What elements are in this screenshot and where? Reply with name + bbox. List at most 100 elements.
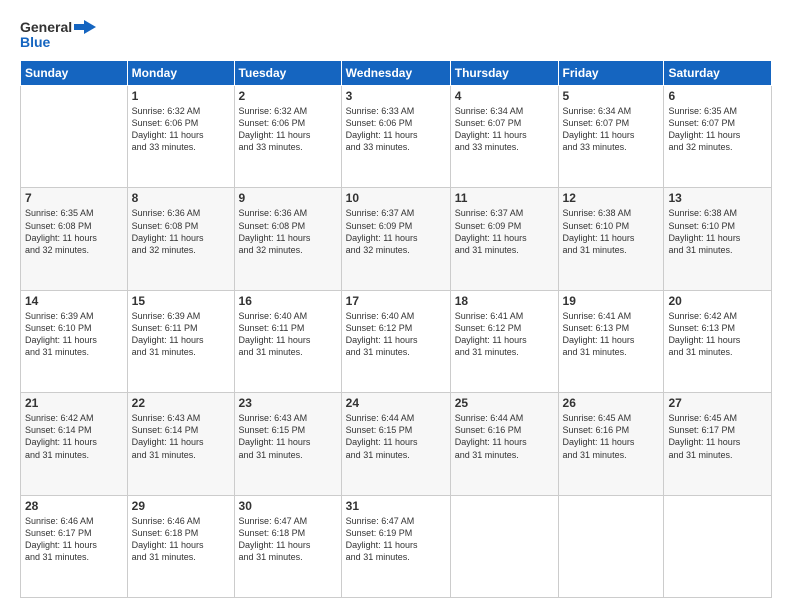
cell-info-text: Sunrise: 6:38 AMSunset: 6:10 PMDaylight:… — [563, 207, 660, 256]
cell-info-text: Sunrise: 6:39 AMSunset: 6:11 PMDaylight:… — [132, 310, 230, 359]
cell-day-number: 7 — [25, 191, 123, 205]
weekday-header-tuesday: Tuesday — [234, 61, 341, 86]
cell-day-number: 19 — [563, 294, 660, 308]
calendar-cell: 14Sunrise: 6:39 AMSunset: 6:10 PMDayligh… — [21, 290, 128, 392]
calendar-cell — [664, 495, 772, 597]
cell-info-text: Sunrise: 6:46 AMSunset: 6:17 PMDaylight:… — [25, 515, 123, 564]
calendar-cell: 25 Sunrise: 6:44 AMSunset: 6:16 PMDayligh… — [450, 393, 558, 495]
logo-arrow-icon — [74, 18, 96, 36]
cell-day-number: 29 — [132, 499, 230, 513]
cell-info-text: Sunrise: 6:47 AMSunset: 6:19 PMDaylight:… — [346, 515, 446, 564]
cell-day-number: 17 — [346, 294, 446, 308]
weekday-header-thursday: Thursday — [450, 61, 558, 86]
calendar-cell: 17 Sunrise: 6:40 AMSunset: 6:12 PMDayligh… — [341, 290, 450, 392]
cell-day-number: 4 — [455, 89, 554, 103]
calendar-cell: 30 Sunrise: 6:47 AMSunset: 6:18 PMDayligh… — [234, 495, 341, 597]
calendar-cell: 4Sunrise: 6:34 AMSunset: 6:07 PMDaylight… — [450, 86, 558, 188]
calendar-cell: 24 Sunrise: 6:44 AMSunset: 6:15 PMDayligh… — [341, 393, 450, 495]
logo-general: General — [20, 19, 72, 35]
cell-info-text: Sunrise: 6:34 AMSunset: 6:07 PMDaylight:… — [563, 105, 660, 154]
cell-day-number: 6 — [668, 89, 767, 103]
calendar-cell: 15 Sunrise: 6:39 AMSunset: 6:11 PMDayligh… — [127, 290, 234, 392]
cell-info-text: Sunrise: 6:32 AMSunset: 6:06 PMDaylight:… — [239, 105, 337, 154]
cell-day-number: 18 — [455, 294, 554, 308]
cell-info-text: Sunrise: 6:45 AMSunset: 6:16 PMDaylight:… — [563, 412, 660, 461]
cell-day-number: 3 — [346, 89, 446, 103]
cell-info-text: Sunrise: 6:33 AMSunset: 6:06 PMDaylight:… — [346, 105, 446, 154]
cell-day-number: 31 — [346, 499, 446, 513]
cell-day-number: 28 — [25, 499, 123, 513]
calendar-cell: 7 Sunrise: 6:35 AMSunset: 6:08 PMDaylight… — [21, 188, 128, 290]
cell-day-number: 25 — [455, 396, 554, 410]
cell-day-number: 12 — [563, 191, 660, 205]
calendar-week-1: 1 Sunrise: 6:32 AMSunset: 6:06 PMDaylight… — [21, 86, 772, 188]
weekday-header-monday: Monday — [127, 61, 234, 86]
cell-info-text: Sunrise: 6:35 AMSunset: 6:07 PMDaylight:… — [668, 105, 767, 154]
calendar-cell: 27 Sunrise: 6:45 AMSunset: 6:17 PMDayligh… — [664, 393, 772, 495]
cell-day-number: 21 — [25, 396, 123, 410]
cell-info-text: Sunrise: 6:43 AMSunset: 6:15 PMDaylight:… — [239, 412, 337, 461]
calendar-cell — [558, 495, 664, 597]
cell-day-number: 11 — [455, 191, 554, 205]
weekday-header-sunday: Sunday — [21, 61, 128, 86]
calendar-cell: 26Sunrise: 6:45 AMSunset: 6:16 PMDayligh… — [558, 393, 664, 495]
calendar-cell: 3 Sunrise: 6:33 AMSunset: 6:06 PMDaylight… — [341, 86, 450, 188]
calendar-cell: 18 Sunrise: 6:41 AMSunset: 6:12 PMDayligh… — [450, 290, 558, 392]
cell-day-number: 24 — [346, 396, 446, 410]
calendar-week-5: 28 Sunrise: 6:46 AMSunset: 6:17 PMDayligh… — [21, 495, 772, 597]
weekday-header-row: SundayMondayTuesdayWednesdayThursdayFrid… — [21, 61, 772, 86]
logo: General Blue — [20, 18, 96, 50]
cell-day-number: 13 — [668, 191, 767, 205]
cell-info-text: Sunrise: 6:38 AMSunset: 6:10 PMDaylight:… — [668, 207, 767, 256]
calendar-cell — [21, 86, 128, 188]
weekday-header-friday: Friday — [558, 61, 664, 86]
weekday-header-wednesday: Wednesday — [341, 61, 450, 86]
calendar-cell: 6 Sunrise: 6:35 AMSunset: 6:07 PMDaylight… — [664, 86, 772, 188]
cell-info-text: Sunrise: 6:41 AMSunset: 6:12 PMDaylight:… — [455, 310, 554, 359]
cell-info-text: Sunrise: 6:37 AMSunset: 6:09 PMDaylight:… — [455, 207, 554, 256]
calendar-cell: 12 Sunrise: 6:38 AMSunset: 6:10 PMDayligh… — [558, 188, 664, 290]
cell-day-number: 1 — [132, 89, 230, 103]
calendar-cell: 11 Sunrise: 6:37 AMSunset: 6:09 PMDayligh… — [450, 188, 558, 290]
calendar-cell: 21 Sunrise: 6:42 AMSunset: 6:14 PMDayligh… — [21, 393, 128, 495]
calendar-cell: 23 Sunrise: 6:43 AMSunset: 6:15 PMDayligh… — [234, 393, 341, 495]
cell-info-text: Sunrise: 6:47 AMSunset: 6:18 PMDaylight:… — [239, 515, 337, 564]
cell-info-text: Sunrise: 6:32 AMSunset: 6:06 PMDaylight:… — [132, 105, 230, 154]
cell-info-text: Sunrise: 6:44 AMSunset: 6:16 PMDaylight:… — [455, 412, 554, 461]
cell-info-text: Sunrise: 6:41 AMSunset: 6:13 PMDaylight:… — [563, 310, 660, 359]
calendar-week-2: 7 Sunrise: 6:35 AMSunset: 6:08 PMDaylight… — [21, 188, 772, 290]
calendar-cell: 1 Sunrise: 6:32 AMSunset: 6:06 PMDaylight… — [127, 86, 234, 188]
calendar-week-4: 21 Sunrise: 6:42 AMSunset: 6:14 PMDayligh… — [21, 393, 772, 495]
calendar-cell: 22 Sunrise: 6:43 AMSunset: 6:14 PMDayligh… — [127, 393, 234, 495]
cell-day-number: 22 — [132, 396, 230, 410]
cell-day-number: 14 — [25, 294, 123, 308]
cell-day-number: 23 — [239, 396, 337, 410]
cell-day-number: 15 — [132, 294, 230, 308]
cell-info-text: Sunrise: 6:42 AMSunset: 6:14 PMDaylight:… — [25, 412, 123, 461]
cell-day-number: 27 — [668, 396, 767, 410]
calendar-cell: 29Sunrise: 6:46 AMSunset: 6:18 PMDayligh… — [127, 495, 234, 597]
calendar-table: SundayMondayTuesdayWednesdayThursdayFrid… — [20, 60, 772, 598]
cell-info-text: Sunrise: 6:45 AMSunset: 6:17 PMDaylight:… — [668, 412, 767, 461]
cell-day-number: 9 — [239, 191, 337, 205]
cell-info-text: Sunrise: 6:40 AMSunset: 6:12 PMDaylight:… — [346, 310, 446, 359]
calendar-cell: 9Sunrise: 6:36 AMSunset: 6:08 PMDaylight… — [234, 188, 341, 290]
calendar-cell: 28 Sunrise: 6:46 AMSunset: 6:17 PMDayligh… — [21, 495, 128, 597]
cell-day-number: 2 — [239, 89, 337, 103]
cell-info-text: Sunrise: 6:37 AMSunset: 6:09 PMDaylight:… — [346, 207, 446, 256]
cell-info-text: Sunrise: 6:44 AMSunset: 6:15 PMDaylight:… — [346, 412, 446, 461]
calendar-cell: 2 Sunrise: 6:32 AMSunset: 6:06 PMDaylight… — [234, 86, 341, 188]
cell-day-number: 20 — [668, 294, 767, 308]
calendar-cell: 19 Sunrise: 6:41 AMSunset: 6:13 PMDayligh… — [558, 290, 664, 392]
page: General Blue SundayMondayTuesdayWednesda… — [0, 0, 792, 612]
cell-info-text: Sunrise: 6:40 AMSunset: 6:11 PMDaylight:… — [239, 310, 337, 359]
cell-info-text: Sunrise: 6:43 AMSunset: 6:14 PMDaylight:… — [132, 412, 230, 461]
calendar-cell — [450, 495, 558, 597]
weekday-header-saturday: Saturday — [664, 61, 772, 86]
cell-info-text: Sunrise: 6:35 AMSunset: 6:08 PMDaylight:… — [25, 207, 123, 256]
calendar-week-3: 14Sunrise: 6:39 AMSunset: 6:10 PMDayligh… — [21, 290, 772, 392]
calendar-cell: 13 Sunrise: 6:38 AMSunset: 6:10 PMDayligh… — [664, 188, 772, 290]
calendar-cell: 8Sunrise: 6:36 AMSunset: 6:08 PMDaylight… — [127, 188, 234, 290]
cell-info-text: Sunrise: 6:36 AMSunset: 6:08 PMDaylight:… — [132, 207, 230, 256]
cell-day-number: 30 — [239, 499, 337, 513]
